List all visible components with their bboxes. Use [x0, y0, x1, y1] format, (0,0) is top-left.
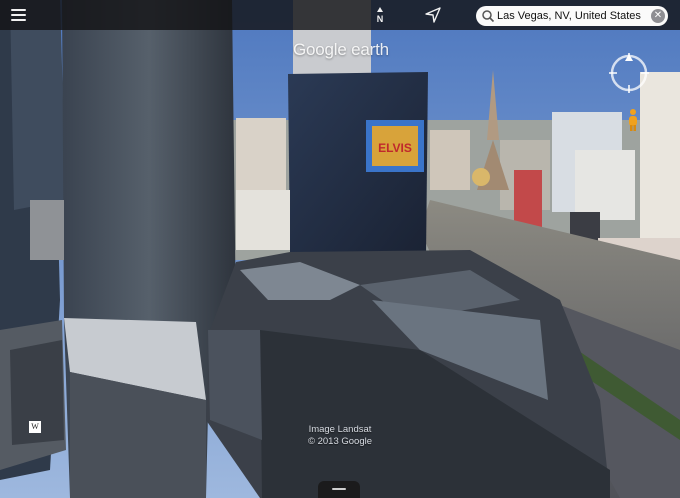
north-label: N — [377, 14, 384, 24]
bottom-drawer-handle[interactable] — [318, 481, 360, 498]
location-arrow-icon — [425, 7, 441, 23]
billboard-label: ELVIS — [378, 141, 412, 155]
building-badge: W — [29, 421, 41, 433]
hamburger-menu-icon — [11, 9, 26, 11]
pegman-icon — [629, 109, 637, 131]
close-icon: ✕ — [653, 10, 663, 21]
grip-icon — [332, 488, 346, 490]
search-input[interactable] — [497, 7, 645, 25]
clear-search-button[interactable]: ✕ — [651, 9, 665, 23]
attribution-line-2: © 2013 Google — [307, 436, 373, 447]
menu-button[interactable] — [8, 5, 30, 25]
north-arrow-icon: N — [377, 7, 384, 24]
search-icon — [482, 10, 495, 23]
attribution-line-1: Image Landsat — [308, 424, 372, 435]
compass-control[interactable] — [608, 52, 650, 94]
top-toolbar: N ✕ — [0, 0, 680, 30]
imagery-attribution: Image Landsat © 2013 Google — [290, 424, 390, 448]
brand-watermark: Google earth — [293, 40, 389, 59]
my-location-button[interactable] — [424, 6, 442, 24]
hamburger-menu-icon — [11, 14, 26, 16]
search-box[interactable]: ✕ — [476, 6, 668, 26]
hamburger-menu-icon — [11, 19, 26, 21]
street-view-pegman[interactable] — [627, 108, 639, 132]
north-reset-button[interactable]: N — [372, 6, 388, 26]
compass-icon — [609, 53, 649, 93]
